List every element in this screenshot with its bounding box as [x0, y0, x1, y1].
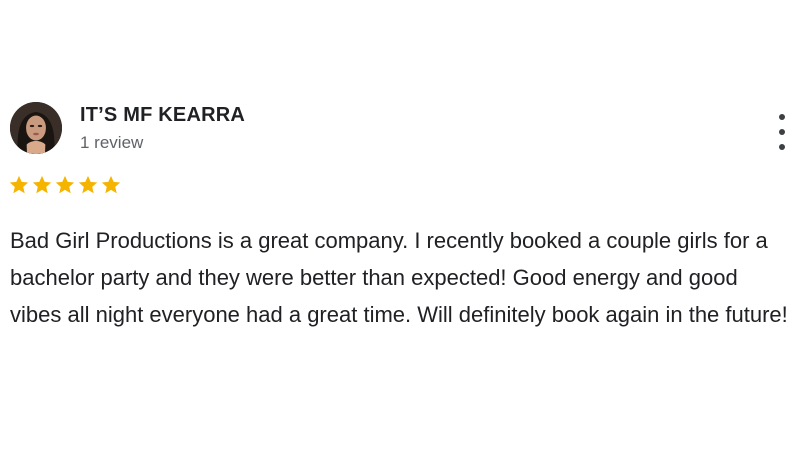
reviewer-name[interactable]: IT’S MF KEARRA [80, 104, 245, 127]
profile-photo-icon [10, 102, 62, 154]
star-icon [9, 175, 29, 194]
review-card: IT’S MF KEARRA 1 review Bad Girl Product… [0, 0, 800, 450]
star-rating [8, 174, 122, 196]
more-vert-icon [779, 129, 785, 135]
avatar[interactable] [10, 102, 62, 154]
star-icon [55, 175, 75, 194]
more-vert-icon [779, 144, 785, 150]
star-icon [101, 175, 121, 194]
star-icon [78, 175, 98, 194]
star-icon [32, 175, 52, 194]
more-vert-icon [779, 114, 785, 120]
review-text: Bad Girl Productions is a great company.… [10, 228, 788, 327]
review-count[interactable]: 1 review [80, 133, 143, 153]
more-options-button[interactable] [772, 114, 792, 150]
